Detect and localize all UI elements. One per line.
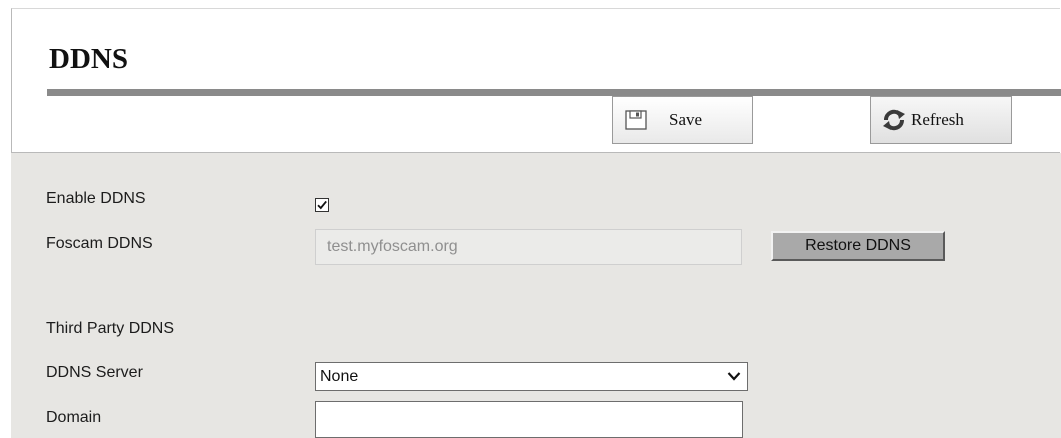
refresh-button-label: Refresh	[911, 110, 964, 129]
title-divider	[47, 89, 1061, 96]
foscam-ddns-label: Foscam DDNS	[46, 235, 153, 252]
checkmark-icon	[317, 200, 327, 210]
ddns-server-label: DDNS Server	[46, 364, 143, 381]
page-title: DDNS	[49, 43, 128, 75]
enable-ddns-checkbox[interactable]	[315, 198, 329, 212]
enable-ddns-label: Enable DDNS	[46, 190, 146, 207]
foscam-ddns-field[interactable]: test.myfoscam.org	[315, 229, 742, 265]
save-button-label: Save	[669, 110, 703, 129]
ddns-server-select[interactable]: None	[315, 362, 748, 391]
domain-label: Domain	[46, 409, 102, 426]
third-party-ddns-heading: Third Party DDNS	[46, 320, 175, 337]
ddns-form: Enable DDNS Foscam DDNS test.myfoscam.or…	[11, 153, 1061, 438]
ddns-settings-page: DDNS Save Refresh Enable DDNS Foscam DDN…	[0, 0, 1061, 438]
refresh-button[interactable]: Refresh	[870, 96, 1012, 144]
save-icon	[625, 110, 647, 130]
chevron-down-icon	[727, 372, 741, 381]
save-button[interactable]: Save	[612, 96, 753, 144]
ddns-server-selected-value: None	[320, 368, 359, 385]
domain-input[interactable]	[315, 401, 743, 438]
refresh-icon	[879, 107, 909, 133]
restore-ddns-button[interactable]: Restore DDNS	[771, 231, 945, 261]
header-panel: DDNS Save Refresh	[11, 8, 1061, 153]
